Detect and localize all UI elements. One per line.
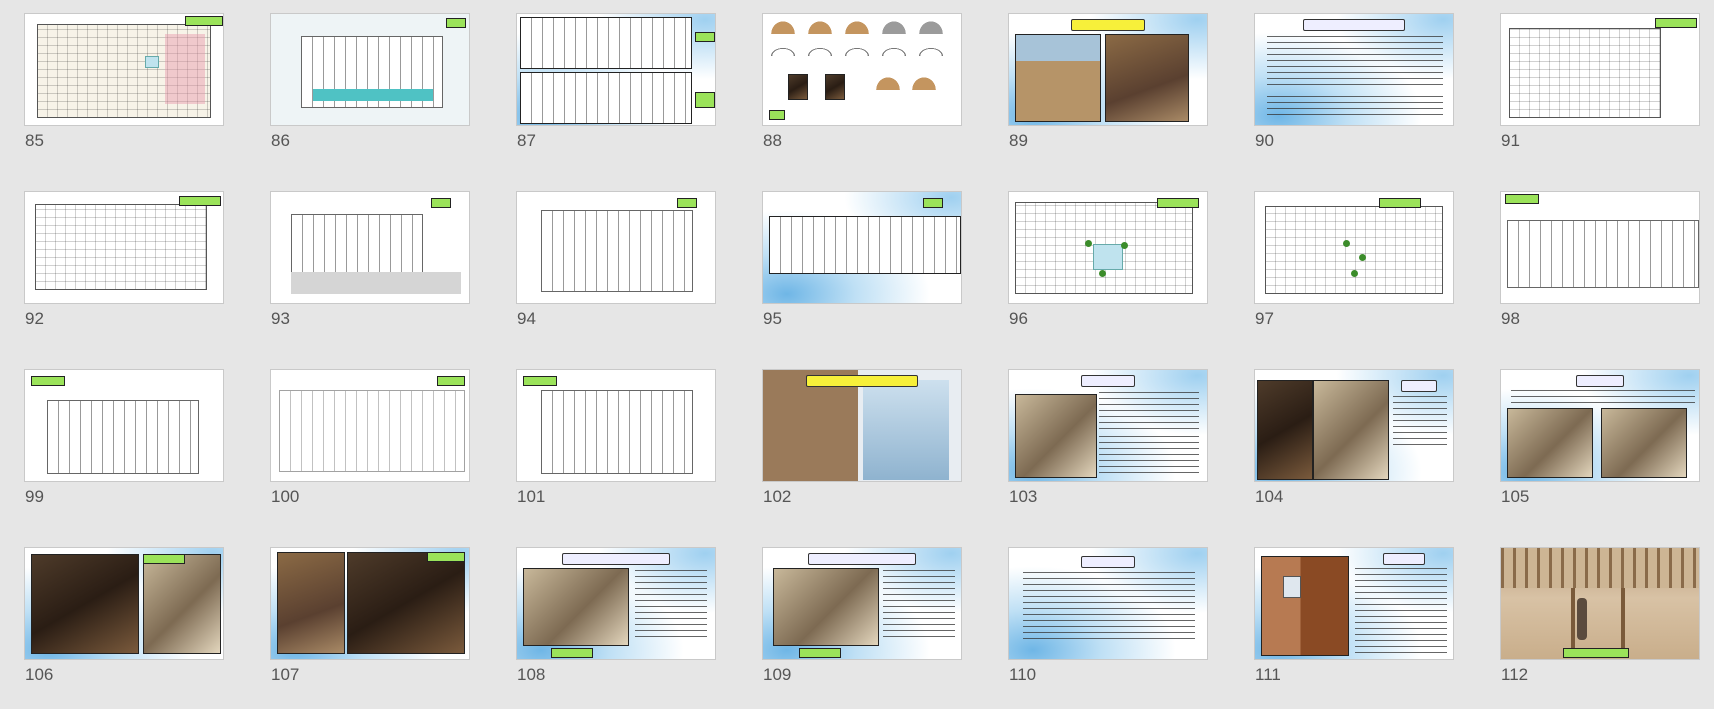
slide-number: 96 (1009, 309, 1028, 328)
slide-112[interactable]: 112 (1500, 547, 1700, 685)
slide-97[interactable]: 97 (1254, 191, 1454, 329)
slide-number: 111 (1255, 665, 1281, 684)
slide-thumbnail[interactable] (1008, 191, 1208, 304)
slide-110[interactable]: 110 (1008, 547, 1208, 685)
slide-103[interactable]: 103 (1008, 369, 1208, 507)
slide-number: 92 (25, 309, 44, 328)
slide-98[interactable]: 98 (1500, 191, 1700, 329)
slide-96[interactable]: 96 (1008, 191, 1208, 329)
slide-109[interactable]: 109 (762, 547, 962, 685)
slide-111[interactable]: 111 (1254, 547, 1454, 685)
slide-105[interactable]: 105 (1500, 369, 1700, 507)
slide-104[interactable]: 104 (1254, 369, 1454, 507)
slide-88[interactable]: 88 (762, 13, 962, 151)
slide-94[interactable]: 94 (516, 191, 716, 329)
slide-thumbnail[interactable] (24, 191, 224, 304)
slide-thumbnail[interactable] (516, 191, 716, 304)
slide-thumbnail[interactable] (762, 547, 962, 660)
slide-92[interactable]: 92 (24, 191, 224, 329)
slide-number: 99 (25, 487, 44, 506)
slide-number: 106 (25, 665, 54, 684)
slide-thumbnail[interactable] (516, 547, 716, 660)
slide-thumbnail[interactable] (762, 13, 962, 126)
slide-86[interactable]: 86 (270, 13, 470, 151)
slide-number: 93 (271, 309, 290, 328)
slide-number: 108 (517, 665, 546, 684)
slide-95[interactable]: 95 (762, 191, 962, 329)
slide-thumbnail[interactable] (1254, 547, 1454, 660)
slide-number: 98 (1501, 309, 1520, 328)
slide-number: 103 (1009, 487, 1038, 506)
slide-101[interactable]: 101 (516, 369, 716, 507)
slide-number: 94 (517, 309, 536, 328)
slide-number: 89 (1009, 131, 1028, 150)
slide-number: 90 (1255, 131, 1274, 150)
slide-thumbnail[interactable] (270, 547, 470, 660)
slide-number: 85 (25, 131, 44, 150)
slide-107[interactable]: 107 (270, 547, 470, 685)
slide-99[interactable]: 99 (24, 369, 224, 507)
slide-thumbnail[interactable] (24, 369, 224, 482)
slide-number: 101 (517, 487, 546, 506)
slide-89[interactable]: 89 (1008, 13, 1208, 151)
slide-thumbnail[interactable] (24, 13, 224, 126)
slide-thumbnail[interactable] (1500, 13, 1700, 126)
slide-91[interactable]: 91 (1500, 13, 1700, 151)
slide-number: 88 (763, 131, 782, 150)
slide-number: 102 (763, 487, 792, 506)
slide-number: 109 (763, 665, 792, 684)
slide-thumbnail[interactable] (1254, 191, 1454, 304)
slide-106[interactable]: 106 (24, 547, 224, 685)
slide-thumbnail[interactable] (24, 547, 224, 660)
slide-number: 112 (1501, 665, 1529, 684)
slide-number: 110 (1009, 665, 1037, 684)
slide-thumbnail[interactable] (270, 369, 470, 482)
slide-thumbnail[interactable] (1008, 13, 1208, 126)
slide-90[interactable]: 90 (1254, 13, 1454, 151)
slide-93[interactable]: 93 (270, 191, 470, 329)
slide-thumbnail[interactable] (516, 13, 716, 126)
slide-87[interactable]: 87 (516, 13, 716, 151)
slide-100[interactable]: 100 (270, 369, 470, 507)
slide-number: 87 (517, 131, 536, 150)
slide-number: 86 (271, 131, 290, 150)
slide-number: 105 (1501, 487, 1530, 506)
slide-thumbnail[interactable] (1500, 547, 1700, 660)
slide-number: 95 (763, 309, 782, 328)
slide-thumbnail[interactable] (1254, 369, 1454, 482)
slide-85[interactable]: 85 (24, 13, 224, 151)
slide-thumbnail[interactable] (1500, 369, 1700, 482)
slide-108[interactable]: 108 (516, 547, 716, 685)
slide-thumbnail[interactable] (1008, 369, 1208, 482)
slide-thumbnail[interactable] (1008, 547, 1208, 660)
slide-thumbnail[interactable] (270, 13, 470, 126)
slide-thumbnail[interactable] (516, 369, 716, 482)
slide-thumbnail[interactable] (762, 369, 962, 482)
slide-sorter: 85 86 87 88 89 90 91 92 93 94 95 96 97 9… (0, 0, 1714, 709)
slide-number: 100 (271, 487, 300, 506)
slide-102[interactable]: 102 (762, 369, 962, 507)
slide-thumbnail[interactable] (762, 191, 962, 304)
slide-thumbnail[interactable] (1254, 13, 1454, 126)
slide-number: 107 (271, 665, 300, 684)
slide-number: 97 (1255, 309, 1274, 328)
slide-thumbnail[interactable] (270, 191, 470, 304)
slide-number: 91 (1501, 131, 1520, 150)
slide-number: 104 (1255, 487, 1284, 506)
slide-thumbnail[interactable] (1500, 191, 1700, 304)
